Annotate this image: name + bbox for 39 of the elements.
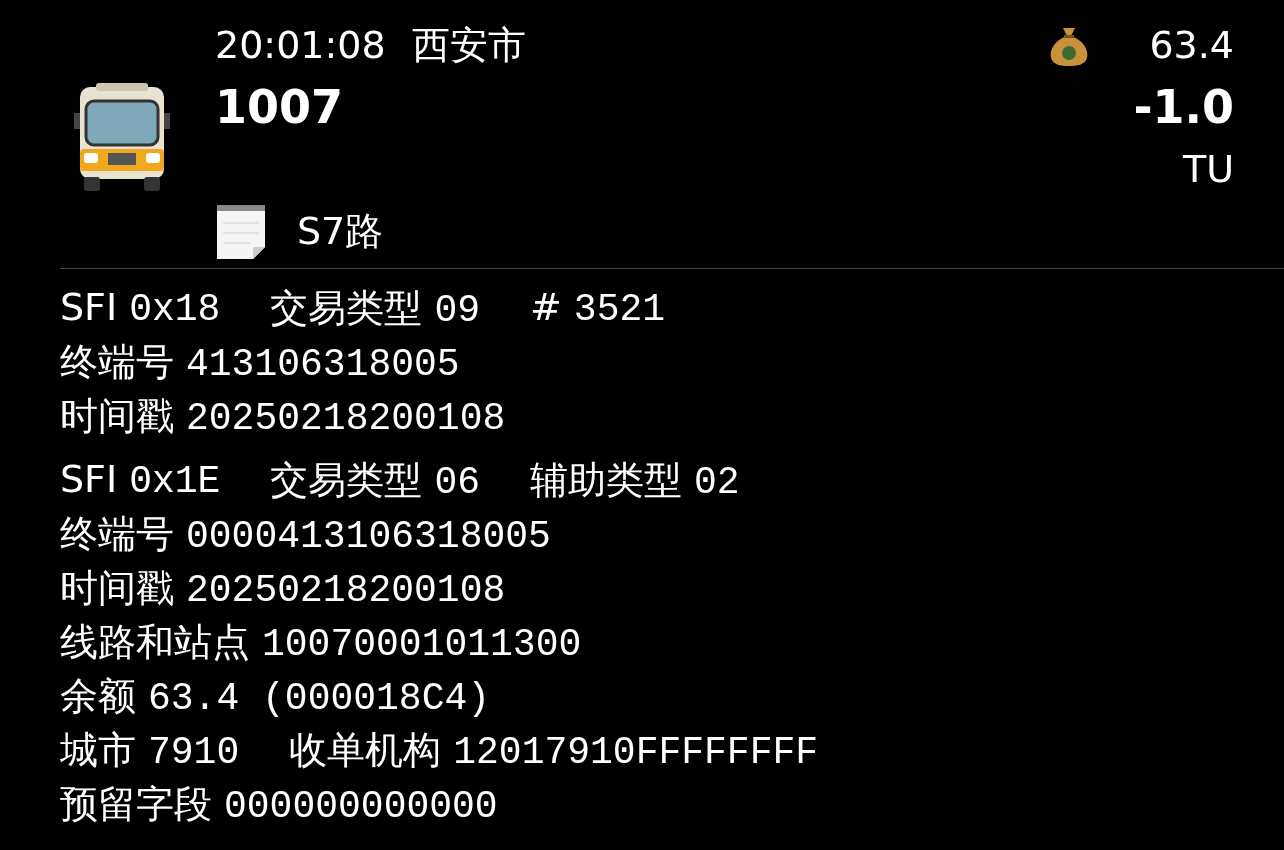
field-value: 3521: [573, 288, 666, 331]
field-label: #: [530, 285, 562, 329]
field-label: SFI: [60, 285, 118, 329]
field-value: 12017910FFFFFFFF: [453, 730, 819, 774]
field-value: 20250218200108: [186, 396, 506, 440]
field-label: 城市: [60, 726, 136, 774]
field-value: 0000413106318005: [186, 514, 551, 558]
field-label: 线路和站点: [60, 618, 250, 666]
field-label: 时间戳: [60, 564, 174, 612]
balance-text: 63.4: [1149, 23, 1234, 67]
field-label: 预留字段: [60, 780, 212, 828]
field-value: 0x18: [129, 288, 221, 331]
field-value: 7910: [148, 730, 240, 774]
field-label: SFI: [60, 457, 118, 501]
field-value: 413106318005: [186, 342, 460, 386]
amount-text: -1.0: [1133, 80, 1234, 134]
field-value: 20250218200108: [186, 568, 506, 612]
field-label: 终端号: [60, 510, 174, 558]
field-value: 02: [694, 460, 740, 504]
field-label: 辅助类型: [530, 456, 682, 504]
field-label: 终端号: [60, 338, 174, 386]
field-label: 时间戳: [60, 392, 174, 440]
notepad-icon: [215, 203, 267, 259]
field-value: 63.4 (000018C4): [148, 676, 491, 720]
field-value: 0x1E: [129, 460, 221, 503]
field-label: 交易类型: [270, 284, 423, 332]
route-text: S7路: [297, 207, 384, 255]
field-value: 10070001011300: [262, 622, 582, 666]
field-label: 收单机构: [289, 726, 442, 774]
city-text: 西安市: [411, 21, 526, 69]
card-number: 1007: [215, 80, 344, 134]
field-value: 06: [434, 460, 480, 504]
field-label: 余额: [60, 672, 136, 720]
time-text: 20:01:08: [215, 23, 386, 67]
field-value: 000000000000: [224, 784, 498, 828]
field-value: 09: [434, 288, 480, 332]
bus-icon: [72, 83, 172, 193]
field-label: 交易类型: [270, 456, 423, 504]
unit-text: TU: [1182, 147, 1234, 191]
